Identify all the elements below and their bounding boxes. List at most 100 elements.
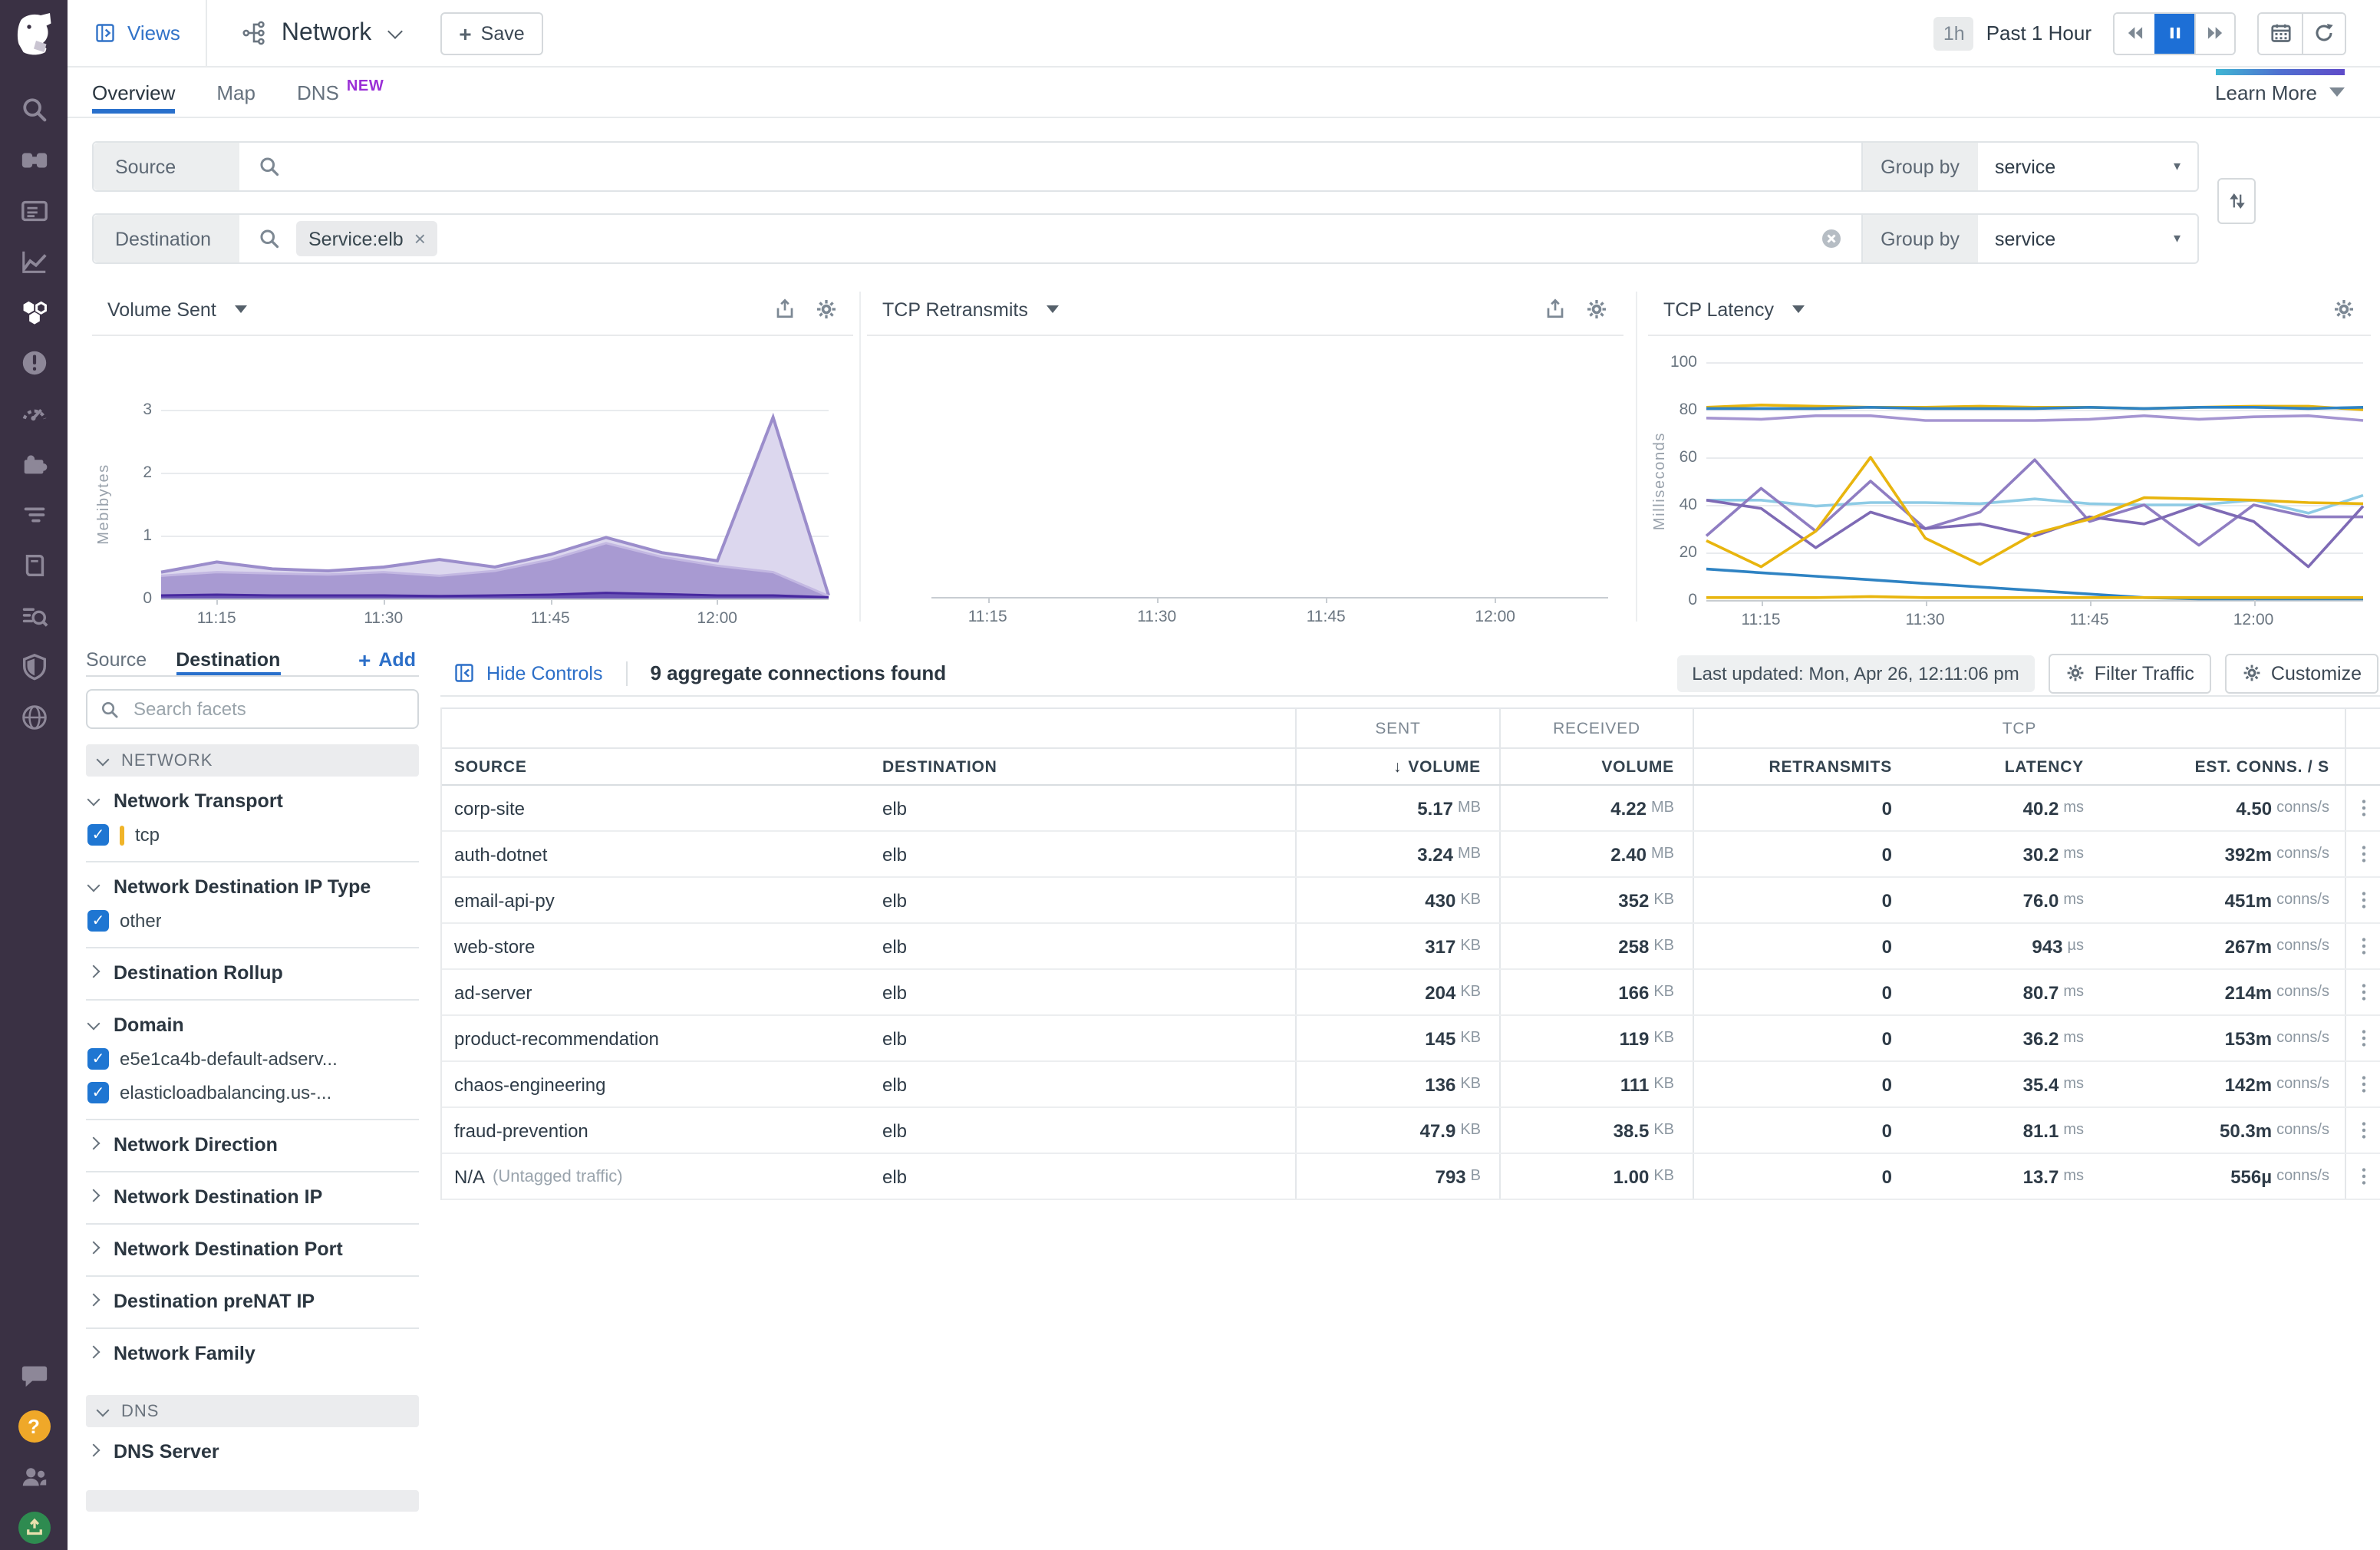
row-menu-button[interactable]	[2345, 832, 2380, 876]
facet-header[interactable]: DNS Server	[86, 1441, 419, 1463]
source-cell[interactable]: corp-site	[442, 786, 859, 830]
log-explorer-icon[interactable]	[19, 602, 48, 631]
row-menu-button[interactable]	[2345, 1016, 2380, 1060]
infrastructure-icon[interactable]	[19, 298, 48, 327]
source-cell[interactable]: product-recommendation	[442, 1016, 859, 1060]
destination-cell[interactable]: elb	[859, 786, 1295, 830]
network-map-icon[interactable]	[19, 703, 48, 732]
swap-source-destination-button[interactable]	[2217, 178, 2256, 224]
apm-icon[interactable]	[19, 399, 48, 428]
facet-value-row[interactable]: ✓elasticloadbalancing.us-...	[86, 1082, 419, 1103]
column-header-retransmits[interactable]: RETRANSMITS	[1693, 749, 1910, 784]
search-icon[interactable]	[19, 95, 48, 124]
destination-cell[interactable]: elb	[859, 878, 1295, 922]
checkbox-checked-icon[interactable]: ✓	[87, 824, 109, 846]
gear-icon[interactable]	[815, 298, 838, 321]
chevron-down-icon[interactable]	[235, 305, 247, 313]
gear-icon[interactable]	[1585, 298, 1608, 321]
filter-traffic-button[interactable]: Filter Traffic	[2049, 653, 2211, 693]
table-row[interactable]: chaos-engineeringelb136KB111KB035.4ms142…	[442, 1062, 2380, 1108]
hide-controls-button[interactable]: Hide Controls	[453, 661, 602, 684]
destination-cell[interactable]: elb	[859, 1062, 1295, 1106]
refresh-button[interactable]	[2302, 13, 2345, 53]
column-header-source[interactable]: SOURCE	[442, 749, 859, 784]
chat-icon[interactable]	[19, 1361, 48, 1390]
facet-add-button[interactable]: +Add	[358, 645, 416, 675]
source-cell[interactable]: N/A(Untagged traffic)	[442, 1154, 859, 1199]
chevron-down-icon[interactable]	[1792, 305, 1805, 313]
source-cell[interactable]: auth-dotnet	[442, 832, 859, 876]
table-row[interactable]: corp-siteelb5.17MB4.22MB040.2ms4.50conns…	[442, 786, 2380, 832]
row-menu-button[interactable]	[2345, 924, 2380, 968]
column-header-sent-volume[interactable]: ↓VOLUME	[1295, 749, 1499, 784]
skip-back-button[interactable]	[2115, 13, 2154, 53]
table-row[interactable]: ad-serverelb204KB166KB080.7ms214mconns/s	[442, 970, 2380, 1016]
row-menu-button[interactable]	[2345, 1062, 2380, 1106]
facet-header[interactable]: Network Destination Port	[86, 1238, 419, 1260]
facet-header[interactable]: Network Destination IP	[86, 1186, 419, 1208]
chart-title-volume-sent[interactable]: Volume Sent	[107, 298, 216, 320]
row-menu-button[interactable]	[2345, 1154, 2380, 1199]
checkbox-checked-icon[interactable]: ✓	[87, 910, 109, 932]
views-button[interactable]: Views	[94, 21, 180, 45]
destination-cell[interactable]: elb	[859, 1016, 1295, 1060]
upgrade-icon[interactable]	[18, 1512, 50, 1544]
table-row[interactable]: auth-dotnetelb3.24MB2.40MB030.2ms392mcon…	[442, 832, 2380, 878]
source-search-input[interactable]	[296, 143, 1861, 190]
checkbox-checked-icon[interactable]: ✓	[87, 1082, 109, 1103]
watchdog-icon[interactable]	[19, 146, 48, 175]
facet-header[interactable]: Destination preNAT IP	[86, 1291, 419, 1312]
time-range-label[interactable]: Past 1 Hour	[1986, 21, 2092, 45]
source-cell[interactable]: email-api-py	[442, 878, 859, 922]
column-header-destination[interactable]: DESTINATION	[859, 749, 1295, 784]
facet-header[interactable]: Network Family	[86, 1343, 419, 1364]
save-button[interactable]: + Save	[440, 12, 542, 54]
source-cell[interactable]: ad-server	[442, 970, 859, 1014]
facet-group-header-dns[interactable]: DNS	[86, 1395, 419, 1427]
row-menu-button[interactable]	[2345, 970, 2380, 1014]
facet-tab-source[interactable]: Source	[86, 645, 147, 675]
table-row[interactable]: fraud-preventionelb47.9KB38.5KB081.1ms50…	[442, 1108, 2380, 1154]
table-row[interactable]: N/A(Untagged traffic)elb793B1.00KB013.7m…	[442, 1154, 2380, 1200]
learn-more-button[interactable]: Learn More	[2215, 68, 2345, 117]
table-row[interactable]: web-storeelb317KB258KB0943µs267mconns/s	[442, 924, 2380, 970]
security-icon[interactable]	[19, 652, 48, 681]
logs-icon[interactable]	[19, 500, 48, 529]
facet-group-header-network[interactable]: NETWORK	[86, 744, 419, 777]
filter-tag-service-elb[interactable]: Service:elb ×	[296, 221, 438, 256]
row-menu-button[interactable]	[2345, 786, 2380, 830]
facet-value-row[interactable]: ✓other	[86, 910, 419, 932]
gear-icon[interactable]	[2332, 298, 2355, 321]
source-cell[interactable]: fraud-prevention	[442, 1108, 859, 1153]
chart-title-tcp-latency[interactable]: TCP Latency	[1663, 298, 1774, 320]
destination-cell[interactable]: elb	[859, 924, 1295, 968]
source-group-by-select[interactable]: service ▾	[1978, 143, 2197, 190]
facet-value-row[interactable]: ✓tcp	[86, 824, 419, 846]
facet-search-input[interactable]	[130, 697, 405, 721]
pause-button[interactable]	[2154, 13, 2194, 53]
notebooks-icon[interactable]	[19, 551, 48, 580]
checkbox-checked-icon[interactable]: ✓	[87, 1048, 109, 1070]
column-header-est-conns[interactable]: EST. CONNS. / S	[2099, 749, 2345, 784]
tab-dns[interactable]: DNSNEW	[297, 68, 384, 117]
row-menu-button[interactable]	[2345, 1108, 2380, 1153]
chart-title-tcp-retransmits[interactable]: TCP Retransmits	[882, 298, 1028, 320]
table-row[interactable]: email-api-pyelb430KB352KB076.0ms451mconn…	[442, 878, 2380, 924]
destination-cell[interactable]: elb	[859, 1108, 1295, 1153]
skip-forward-button[interactable]	[2194, 13, 2234, 53]
datadog-logo[interactable]	[0, 0, 68, 68]
remove-tag-icon[interactable]: ×	[414, 227, 426, 250]
table-row[interactable]: product-recommendationelb145KB119KB036.2…	[442, 1016, 2380, 1062]
facet-header[interactable]: Network Direction	[86, 1134, 419, 1156]
customize-button[interactable]: Customize	[2225, 653, 2378, 693]
users-icon[interactable]	[19, 1463, 48, 1492]
facet-tab-destination[interactable]: Destination	[176, 645, 280, 675]
facet-value-row[interactable]: ✓e5e1ca4b-default-adserv...	[86, 1048, 419, 1070]
chevron-down-icon[interactable]	[1047, 305, 1059, 313]
source-cell[interactable]: chaos-engineering	[442, 1062, 859, 1106]
destination-cell[interactable]: elb	[859, 1154, 1295, 1199]
integrations-icon[interactable]	[19, 450, 48, 479]
export-icon[interactable]	[1544, 298, 1567, 321]
calendar-button[interactable]	[2259, 13, 2302, 53]
facet-header[interactable]: Destination Rollup	[86, 962, 419, 984]
